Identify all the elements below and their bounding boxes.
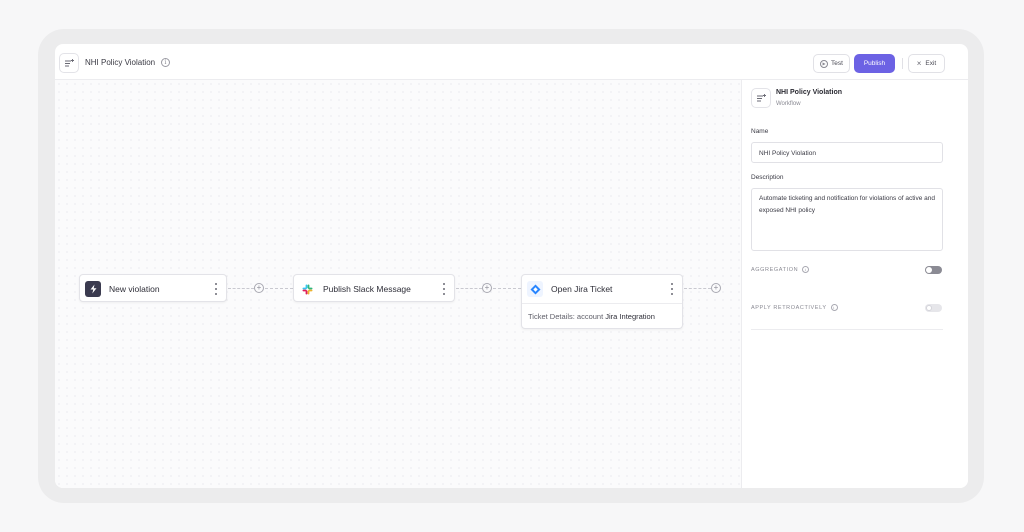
top-bar: NHI Policy Violation i ▶ Test Publish × … [55, 44, 968, 80]
description-label: Description [751, 174, 784, 181]
more-options-icon[interactable] [670, 283, 674, 295]
node-label: Publish Slack Message [323, 284, 411, 294]
close-icon: × [916, 59, 922, 68]
connector-line [493, 288, 521, 289]
connector-line [265, 288, 293, 289]
exit-button[interactable]: × Exit [908, 54, 945, 73]
add-step-button[interactable]: + [482, 283, 492, 293]
publish-button[interactable]: Publish [854, 54, 895, 73]
lightning-icon [85, 281, 101, 297]
description-field[interactable]: Automate ticketing and notification for … [751, 188, 943, 251]
slack-icon [299, 281, 315, 297]
connector-line [684, 288, 711, 289]
page-title: NHI Policy Violation [85, 58, 156, 67]
connector-line [228, 288, 254, 289]
header-divider [902, 58, 903, 69]
ticket-details-label: Ticket Details: account [528, 312, 604, 321]
workflow-icon [59, 53, 79, 73]
workflow-canvas[interactable]: New violation + Publish Slack Message + … [55, 80, 741, 488]
workflow-icon [751, 88, 771, 108]
workflow-editor-window: NHI Policy Violation i ▶ Test Publish × … [55, 44, 968, 488]
aggregation-label: AGGREGATION i [751, 266, 810, 273]
publish-button-label: Publish [863, 60, 886, 67]
info-icon[interactable]: i [830, 304, 838, 311]
node-label: New violation [109, 284, 160, 294]
node-detail: Ticket Details: account Jira Integration [522, 303, 682, 328]
toggle-knob [926, 305, 932, 311]
more-options-icon[interactable] [214, 283, 218, 295]
toggle-knob [926, 267, 932, 273]
exit-button-label: Exit [925, 60, 937, 67]
panel-divider [751, 329, 943, 330]
properties-panel: NHI Policy Violation Workflow Name NHI P… [741, 80, 968, 488]
panel-title: NHI Policy Violation [776, 89, 842, 96]
name-field[interactable]: NHI Policy Violation [751, 142, 943, 163]
apply-retroactively-label-text: APPLY RETROACTIVELY [751, 304, 827, 311]
add-step-button[interactable]: + [254, 283, 264, 293]
jira-integration-value: Jira Integration [605, 312, 655, 321]
workflow-node-trigger[interactable]: New violation [79, 274, 227, 302]
test-button-label: Test [831, 60, 843, 67]
more-options-icon[interactable] [442, 283, 446, 295]
play-icon: ▶ [820, 59, 829, 68]
panel-subtitle: Workflow [776, 101, 801, 107]
test-button[interactable]: ▶ Test [813, 54, 850, 73]
info-icon[interactable]: i [802, 266, 810, 273]
connector-line [456, 288, 482, 289]
workflow-node-jira[interactable]: Open Jira Ticket Ticket Details: account… [521, 274, 683, 329]
jira-icon [527, 281, 543, 297]
apply-retroactively-label: APPLY RETROACTIVELY i [751, 304, 838, 311]
node-label: Open Jira Ticket [551, 284, 613, 294]
name-label: Name [751, 128, 769, 135]
aggregation-toggle[interactable] [925, 266, 942, 274]
info-icon[interactable]: i [161, 58, 170, 67]
apply-retroactively-toggle[interactable] [925, 304, 942, 312]
workflow-node-slack[interactable]: Publish Slack Message [293, 274, 455, 302]
aggregation-label-text: AGGREGATION [751, 266, 799, 273]
add-step-button[interactable]: + [711, 283, 721, 293]
